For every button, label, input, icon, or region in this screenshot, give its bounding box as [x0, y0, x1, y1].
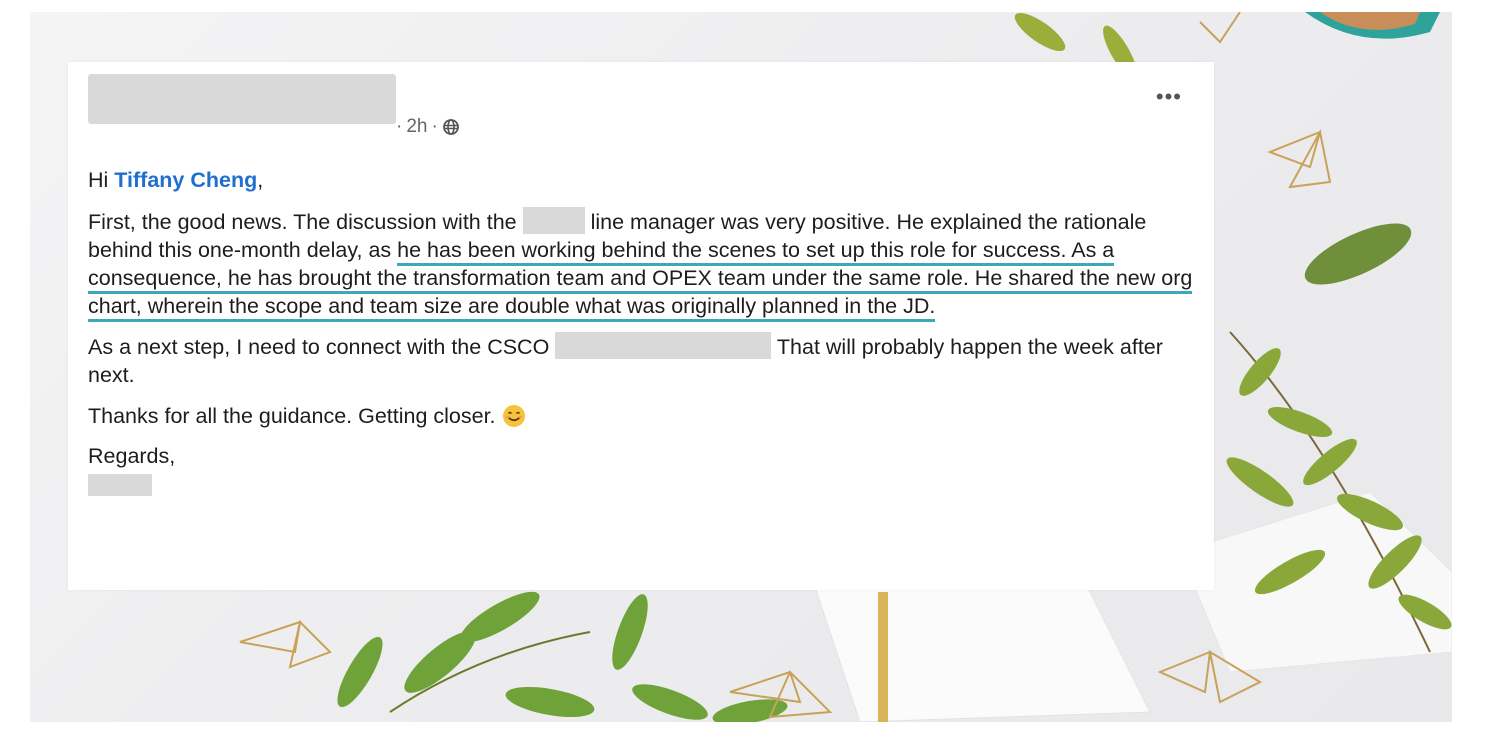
csco-name-redaction — [555, 332, 772, 359]
post-card: · 2h · ••• Hi Tiffany Cheng, First, the … — [68, 62, 1214, 590]
post-body: Hi Tiffany Cheng, First, the good news. … — [88, 166, 1198, 503]
greeting-prefix: Hi — [88, 168, 109, 192]
sign-off: Regards, — [88, 444, 176, 468]
meta-separator: · — [396, 116, 403, 137]
paragraph-3: Thanks for all the guidance. Getting clo… — [88, 402, 1198, 430]
mention-link[interactable]: Tiffany Cheng — [114, 168, 257, 192]
paragraph-1: First, the good news. The discussion wit… — [88, 207, 1198, 322]
pen-shape — [878, 592, 888, 722]
paragraph-4: Regards, — [88, 442, 1198, 470]
p2-text-a: As a next step, I need to connect with t… — [88, 335, 550, 359]
more-icon[interactable]: ••• — [1156, 86, 1182, 108]
globe-icon — [442, 118, 460, 136]
signature-redaction — [88, 474, 152, 496]
manager-name-redaction — [522, 207, 585, 234]
p1-text-a: First, the good news. The discussion wit… — [88, 210, 517, 234]
post-meta: · 2h · — [396, 116, 460, 138]
greeting-line: Hi Tiffany Cheng, — [88, 166, 1198, 194]
greeting-suffix: , — [257, 168, 264, 192]
p3-text: Thanks for all the guidance. Getting clo… — [88, 404, 496, 428]
post-timestamp: 2h — [406, 116, 428, 137]
smiling-face-emoji-icon — [502, 404, 526, 428]
meta-separator: · — [431, 116, 438, 137]
author-name-redaction — [88, 74, 396, 124]
paragraph-2: As a next step, I need to connect with t… — [88, 332, 1198, 389]
